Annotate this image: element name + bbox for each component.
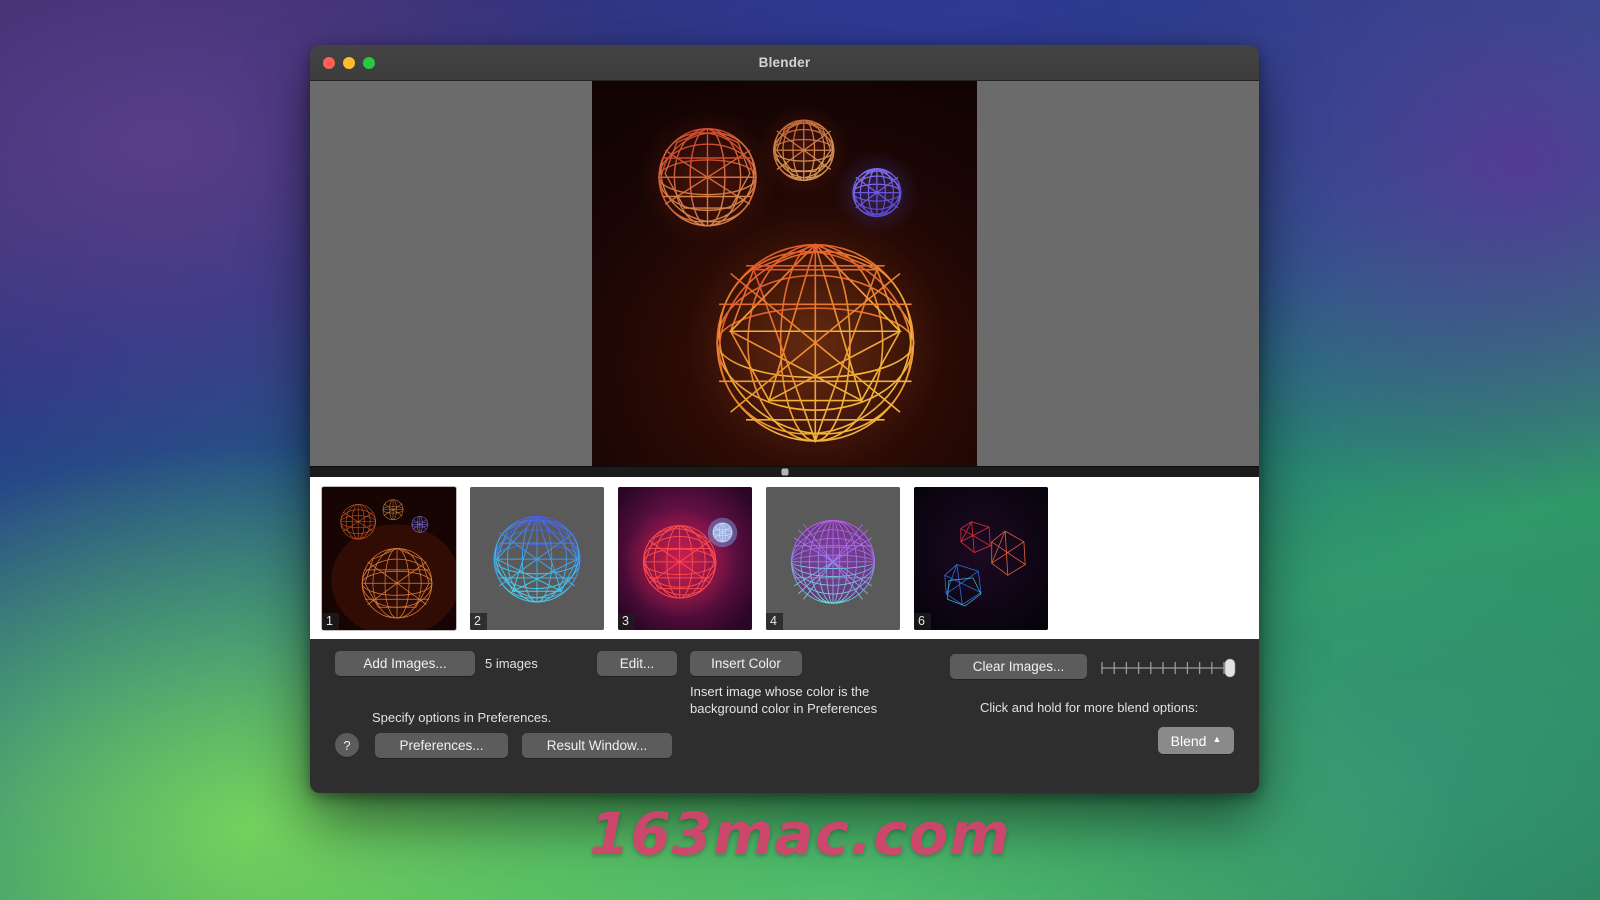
site-watermark: 163mac.com	[0, 800, 1600, 868]
desktop-background: Blender	[0, 0, 1600, 900]
thumbnail-item[interactable]: 6	[914, 487, 1048, 630]
preview-filler-right	[977, 81, 1259, 466]
blend-button[interactable]: Blend ▲	[1158, 727, 1234, 754]
large-orange-sphere	[684, 212, 946, 466]
zoom-button[interactable]	[363, 57, 375, 69]
thumbnail-badge: 1	[322, 613, 339, 630]
slider-knob	[1225, 659, 1235, 677]
window-title: Blender	[310, 55, 1259, 70]
help-button[interactable]: ?	[335, 733, 359, 757]
traffic-light-group	[323, 57, 375, 69]
triangle-up-icon: ▲	[1212, 735, 1221, 744]
controls-panel: Add Images... 5 images Edit... Insert Co…	[310, 639, 1259, 793]
thumbnail-image	[914, 487, 1048, 630]
thumbnail-badge: 6	[914, 613, 931, 630]
insert-color-hint: Insert image whose color is the backgrou…	[690, 683, 920, 717]
thumbnail-badge: 4	[766, 613, 783, 630]
window-titlebar: Blender	[310, 45, 1259, 81]
slider-track	[1100, 657, 1240, 679]
preview-strip-divider[interactable]	[310, 466, 1259, 477]
page-indicator-dot	[781, 469, 788, 476]
edit-button[interactable]: Edit...	[597, 651, 677, 676]
thumbnail-image	[766, 487, 900, 630]
preview-wireframe-canvas	[592, 81, 977, 466]
thumbnail-item[interactable]: 1	[322, 487, 456, 630]
thumbnail-item[interactable]: 4	[766, 487, 900, 630]
specify-options-hint: Specify options in Preferences.	[372, 709, 551, 726]
thumbnail-strip[interactable]: 1	[310, 477, 1259, 639]
clear-images-button[interactable]: Clear Images...	[950, 654, 1087, 679]
thumbnail-item[interactable]: 2	[470, 487, 604, 630]
blend-options-hint: Click and hold for more blend options:	[980, 699, 1198, 716]
result-window-button[interactable]: Result Window...	[522, 733, 672, 758]
thumbnail-image	[322, 487, 456, 630]
thumbnail-image	[470, 487, 604, 630]
add-images-button[interactable]: Add Images...	[335, 651, 475, 676]
small-blue-sphere	[835, 150, 920, 235]
thumbnail-badge: 2	[470, 613, 487, 630]
blend-amount-slider[interactable]	[1100, 657, 1240, 679]
blue-accent-sphere	[708, 517, 737, 546]
thumbnail-badge: 3	[618, 613, 635, 630]
image-count-label: 5 images	[485, 655, 538, 672]
preview-filler-left	[310, 81, 592, 466]
thumbnail-item[interactable]: 3	[618, 487, 752, 630]
insert-color-button[interactable]: Insert Color	[690, 651, 802, 676]
preview-image[interactable]	[592, 81, 977, 466]
blender-window: Blender	[310, 45, 1259, 793]
preview-area	[310, 81, 1259, 466]
blend-button-label: Blend	[1171, 734, 1207, 748]
medium-red-sphere	[638, 108, 777, 247]
preferences-button[interactable]: Preferences...	[375, 733, 508, 758]
thumbnail-image	[618, 487, 752, 630]
minimize-button[interactable]	[343, 57, 355, 69]
close-button[interactable]	[323, 57, 335, 69]
